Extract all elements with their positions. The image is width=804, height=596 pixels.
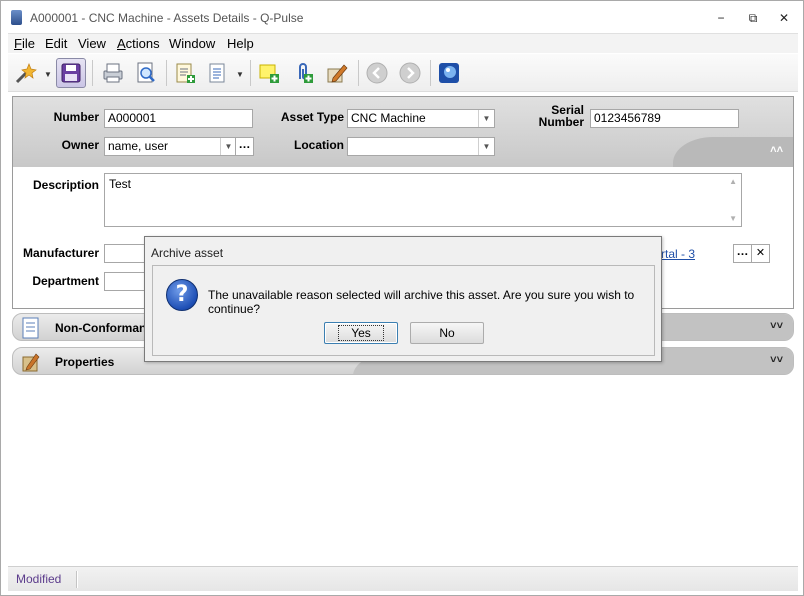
no-button[interactable]: No <box>410 322 484 344</box>
scroll-down-icon[interactable]: ▼ <box>729 214 737 223</box>
owner-select[interactable]: name, user ▼ <box>104 137 237 156</box>
menu-bar: File Edit View Actions Window Help <box>8 33 798 53</box>
chevron-down-icon[interactable]: ▼ <box>478 138 494 155</box>
edit-icon[interactable] <box>322 58 352 88</box>
yes-button[interactable]: Yes <box>324 322 398 344</box>
dialog-message: The unavailable reason selected will arc… <box>208 288 635 316</box>
chevron-down-icon[interactable]: ▼ <box>478 110 494 127</box>
menu-actions[interactable]: Actions <box>117 36 160 51</box>
menu-window[interactable]: Window <box>169 36 215 51</box>
owner-label: Owner <box>61 138 99 152</box>
link-browse-button[interactable]: … <box>733 244 752 263</box>
attach-icon[interactable] <box>288 58 318 88</box>
minimize-button[interactable]: − <box>709 8 733 28</box>
maximize-button[interactable]: ⧉ <box>741 8 765 28</box>
toolbar-separator <box>430 60 431 86</box>
location-select[interactable]: ▼ <box>347 137 495 156</box>
number-label: Number <box>53 110 99 124</box>
partial-link[interactable]: rtal - 3 <box>661 247 695 261</box>
description-label: Description <box>32 178 99 192</box>
asset-type-select[interactable]: CNC Machine ▼ <box>347 109 495 128</box>
number-field[interactable]: A000001 <box>104 109 253 128</box>
menu-help[interactable]: Help <box>227 36 254 51</box>
department-label: Department <box>32 274 99 288</box>
window-title: A000001 - CNC Machine - Assets Details -… <box>30 11 304 25</box>
asset-type-label: Asset Type <box>280 110 344 124</box>
app-window: A000001 - CNC Machine - Assets Details -… <box>0 0 804 596</box>
properties-icon <box>22 353 40 372</box>
toolbar-separator <box>92 60 93 86</box>
question-icon: ? <box>166 279 198 311</box>
menu-file[interactable]: File <box>14 36 35 51</box>
print-preview-icon[interactable] <box>131 58 161 88</box>
section-title: Properties <box>55 355 115 369</box>
title-bar: A000001 - CNC Machine - Assets Details -… <box>1 1 803 33</box>
description-textarea[interactable]: Test ▲ ▼ <box>104 173 742 227</box>
owner-browse-button[interactable]: … <box>235 137 254 156</box>
print-icon[interactable] <box>98 58 128 88</box>
document-dropdown-icon[interactable]: ▼ <box>236 71 244 79</box>
globe-icon[interactable] <box>434 58 464 88</box>
clear-link-button[interactable]: ✕ <box>751 244 770 263</box>
manufacturer-label: Manufacturer <box>22 246 99 260</box>
expand-icon[interactable]: ˅˅ <box>770 320 783 332</box>
toolbar-separator <box>250 60 251 86</box>
dialog-title: Archive asset <box>151 246 224 260</box>
close-button[interactable]: ✕ <box>772 8 796 28</box>
menu-edit[interactable]: Edit <box>45 36 67 51</box>
details-header: ˄˄ <box>13 97 793 167</box>
chevron-down-icon[interactable]: ▼ <box>220 138 236 155</box>
document-list-icon[interactable] <box>202 58 232 88</box>
archive-asset-dialog: Archive asset ? The unavailable reason s… <box>144 236 662 362</box>
serial-number-field[interactable]: 0123456789 <box>590 109 739 128</box>
save-icon[interactable] <box>56 58 86 88</box>
status-bar: Modified <box>8 566 798 591</box>
wand-icon[interactable] <box>10 58 40 88</box>
menu-view[interactable]: View <box>78 36 106 51</box>
collapse-icon[interactable]: ˄˄ <box>770 144 783 156</box>
new-note-icon[interactable] <box>254 58 284 88</box>
toolbar-separator <box>358 60 359 86</box>
add-document-icon[interactable] <box>170 58 200 88</box>
dialog-body: ? The unavailable reason selected will a… <box>152 265 655 356</box>
expand-icon[interactable]: ˅˅ <box>770 354 783 366</box>
document-icon <box>22 317 39 339</box>
location-label: Location <box>294 138 344 152</box>
section-title: Non-Conformanc <box>55 321 153 335</box>
toolbar-separator <box>166 60 167 86</box>
back-icon[interactable] <box>362 58 392 88</box>
status-text: Modified <box>16 572 62 586</box>
serial-number-label: Serial Number <box>538 103 584 129</box>
app-icon <box>11 10 22 25</box>
toolbar: ▼ ▼ <box>8 54 798 92</box>
wand-dropdown-icon[interactable]: ▼ <box>44 71 52 79</box>
forward-icon[interactable] <box>395 58 425 88</box>
scroll-up-icon[interactable]: ▲ <box>729 177 737 186</box>
